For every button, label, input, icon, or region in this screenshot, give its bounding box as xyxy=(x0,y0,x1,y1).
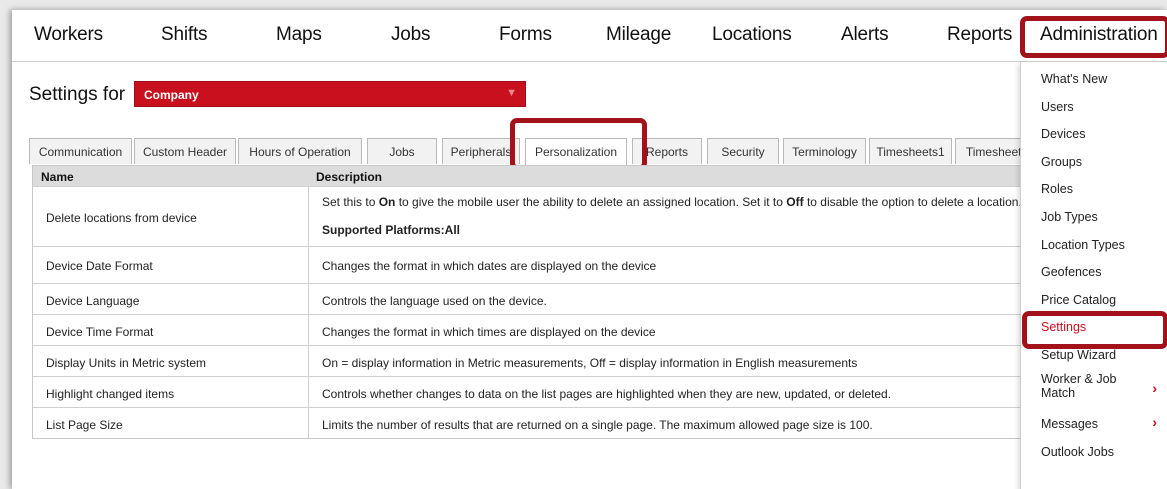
setting-description: Limits the number of results that are re… xyxy=(322,418,873,432)
desc-text: to disable the option to delete a locati… xyxy=(803,195,1022,209)
chevron-right-icon: › xyxy=(1152,380,1157,396)
menu-item-location-types[interactable]: Location Types xyxy=(1041,238,1125,252)
column-header-description: Description xyxy=(316,170,383,184)
table-row[interactable]: Device Date Format Changes the format in… xyxy=(33,246,1141,283)
nav-jobs[interactable]: Jobs xyxy=(391,24,431,46)
tab-security[interactable]: Security xyxy=(707,138,779,164)
table-row[interactable]: List Page Size Limits the number of resu… xyxy=(33,407,1141,438)
menu-item-worker-job-match[interactable]: Worker & Job Match xyxy=(1041,372,1161,400)
setting-description: Controls whether changes to data on the … xyxy=(322,387,892,401)
setting-description: Controls the language used on the device… xyxy=(322,294,547,308)
setting-name: Delete locations from device xyxy=(46,211,197,225)
table-row[interactable]: Device Time Format Changes the format in… xyxy=(33,314,1141,345)
tab-jobs[interactable]: Jobs xyxy=(367,138,437,164)
table-header: Name Description xyxy=(33,166,1141,186)
table-row[interactable]: Device Language Controls the language us… xyxy=(33,283,1141,314)
desc-text: Set this to xyxy=(322,195,379,209)
nav-mileage[interactable]: Mileage xyxy=(606,24,671,46)
setting-name: Highlight changed items xyxy=(46,387,175,401)
menu-item-devices[interactable]: Devices xyxy=(1041,127,1085,141)
chevron-down-icon: ▼ xyxy=(506,87,517,99)
nav-alerts[interactable]: Alerts xyxy=(841,24,889,46)
nav-forms[interactable]: Forms xyxy=(499,24,552,46)
settings-for-label: Settings for xyxy=(29,84,126,105)
setting-name: Device Date Format xyxy=(46,259,153,273)
supported-platforms: Supported Platforms:All xyxy=(322,223,461,237)
setting-description: Changes the format in which dates are di… xyxy=(322,259,657,273)
nav-workers[interactable]: Workers xyxy=(34,24,103,46)
top-nav: Workers Shifts Maps Jobs Forms Mileage L… xyxy=(12,10,1167,62)
tab-timesheets1[interactable]: Timesheets1 xyxy=(869,138,952,164)
setting-description: On = display information in Metric measu… xyxy=(322,356,858,370)
table-row[interactable]: Delete locations from device Set this to… xyxy=(33,186,1141,246)
menu-item-label: Worker & Job xyxy=(1041,372,1117,386)
menu-item-whats-new[interactable]: What's New xyxy=(1041,72,1107,86)
menu-item-roles[interactable]: Roles xyxy=(1041,182,1073,196)
menu-item-messages[interactable]: Messages xyxy=(1041,417,1098,431)
desc-off: Off xyxy=(786,195,804,209)
tab-communication[interactable]: Communication xyxy=(29,138,132,164)
tab-custom-header[interactable]: Custom Header xyxy=(134,138,236,164)
personalization-highlight-box xyxy=(510,118,647,170)
setting-description: Set this to On to give the mobile user t… xyxy=(322,195,1022,209)
setting-name: List Page Size xyxy=(46,418,123,432)
administration-highlight-box xyxy=(1020,16,1167,58)
menu-item-price-catalog[interactable]: Price Catalog xyxy=(1041,293,1116,307)
tab-hours-of-operation[interactable]: Hours of Operation xyxy=(238,138,362,164)
menu-item-job-types[interactable]: Job Types xyxy=(1041,210,1098,224)
desc-text: to give the mobile user the ability to d… xyxy=(395,195,787,209)
column-header-name: Name xyxy=(41,170,74,184)
setting-description: Changes the format in which times are di… xyxy=(322,325,656,339)
menu-item-groups[interactable]: Groups xyxy=(1041,155,1082,169)
settings-table: Name Description Delete locations from d… xyxy=(32,165,1142,439)
administration-dropdown-menu: What's New Users Devices Groups Roles Jo… xyxy=(1020,62,1167,489)
menu-item-outlook-jobs[interactable]: Outlook Jobs xyxy=(1041,445,1114,459)
table-row[interactable]: Display Units in Metric system On = disp… xyxy=(33,345,1141,376)
menu-item-geofences[interactable]: Geofences xyxy=(1041,265,1101,279)
nav-reports[interactable]: Reports xyxy=(947,24,1012,46)
nav-shifts[interactable]: Shifts xyxy=(161,24,208,46)
setting-name: Device Time Format xyxy=(46,325,154,339)
setting-name: Display Units in Metric system xyxy=(46,356,207,370)
company-select-value: Company xyxy=(144,88,199,102)
menu-item-label: Match xyxy=(1041,386,1076,400)
table-row[interactable]: Highlight changed items Controls whether… xyxy=(33,376,1141,407)
app-page: Workers Shifts Maps Jobs Forms Mileage L… xyxy=(12,10,1167,489)
chevron-right-icon: › xyxy=(1152,414,1157,430)
desc-on: On xyxy=(378,195,396,209)
nav-maps[interactable]: Maps xyxy=(276,24,322,46)
menu-item-setup-wizard[interactable]: Setup Wizard xyxy=(1041,348,1116,362)
settings-highlight-box xyxy=(1022,311,1167,349)
setting-name: Device Language xyxy=(46,294,140,308)
menu-item-users[interactable]: Users xyxy=(1041,100,1074,114)
tab-terminology[interactable]: Terminology xyxy=(783,138,866,164)
company-select[interactable]: Company ▼ xyxy=(134,81,526,107)
tab-peripherals[interactable]: Peripherals xyxy=(442,138,520,164)
nav-locations[interactable]: Locations xyxy=(712,24,792,46)
